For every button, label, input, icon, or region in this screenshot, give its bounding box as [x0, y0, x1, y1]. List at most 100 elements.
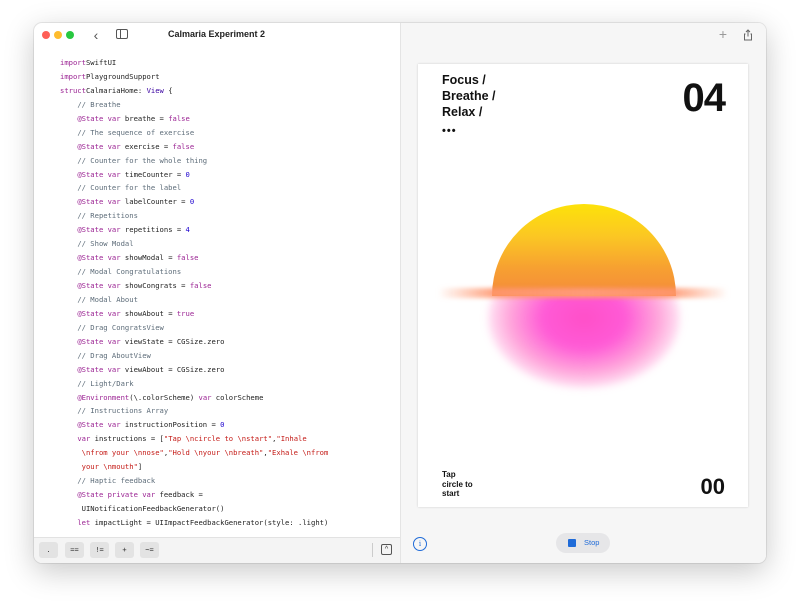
code-token: showAbout =: [120, 308, 177, 318]
mode-heading: Focus / Breathe / Relax /: [442, 72, 496, 120]
code-token: // Breathe: [77, 99, 121, 109]
plus-icon[interactable]: +: [716, 27, 730, 41]
instruction-line: Tap: [442, 470, 456, 479]
code-token: @State var: [77, 336, 121, 346]
code-line[interactable]: @State var timeCounter = 0: [60, 168, 328, 182]
code-line[interactable]: @State var exercise = false: [60, 140, 328, 154]
code-line[interactable]: // Drag AboutView: [60, 349, 328, 363]
code-token: ]: [137, 462, 143, 472]
code-line[interactable]: // Modal About: [60, 293, 328, 307]
code-token: PlaygroundSupport: [85, 71, 160, 81]
code-token: @State var: [77, 169, 121, 179]
code-token: "Inhale: [276, 434, 307, 444]
code-line[interactable]: // Counter for the label: [60, 181, 328, 195]
zoom-window-button[interactable]: [66, 31, 74, 39]
key-not-equals-button[interactable]: !=: [90, 542, 109, 558]
info-icon[interactable]: i: [413, 537, 427, 551]
code-line[interactable]: your \nmouth"]: [60, 460, 328, 474]
code-line[interactable]: @State var showAbout = true: [60, 307, 328, 321]
editor-bottom-toolbar: . == != + ~= ^: [34, 537, 400, 563]
code-line[interactable]: // Show Modal: [60, 237, 328, 251]
code-editor[interactable]: importSwiftUI importPlaygroundSupport stru…: [34, 47, 400, 537]
breathing-circle[interactable]: [492, 204, 676, 296]
code-line[interactable]: @State var labelCounter = 0: [60, 195, 328, 209]
code-line[interactable]: // Modal Congratulations: [60, 265, 328, 279]
code-token: @State var: [77, 253, 121, 263]
code-token: @State private var: [77, 490, 156, 500]
title-bar: ‹ Calmaria Experiment 2: [34, 23, 400, 47]
sidebar-toggle-icon[interactable]: [116, 29, 128, 39]
code-token: // Modal Congratulations: [77, 267, 182, 277]
code-line[interactable]: @State var showCongrats = false: [60, 279, 328, 293]
toolbar-divider: [372, 543, 373, 557]
code-token: // Drag CongratsView: [77, 322, 164, 332]
code-line[interactable]: @State var instructionPosition = 0: [60, 418, 328, 432]
stop-button[interactable]: Stop: [556, 533, 610, 553]
code-token: \nfrom your \nnose": [81, 448, 164, 458]
code-line[interactable]: let impactLight = UIImpactFeedbackGenera…: [60, 516, 328, 530]
key-dot-button[interactable]: .: [39, 542, 58, 558]
close-window-button[interactable]: [42, 31, 50, 39]
code-token: import: [60, 71, 86, 81]
code-line[interactable]: @State var repetitions = 4: [60, 223, 328, 237]
code-line[interactable]: @State var showModal = false: [60, 251, 328, 265]
key-equals-button[interactable]: ==: [65, 542, 84, 558]
code-token: showModal =: [120, 253, 177, 263]
code-line[interactable]: // Haptic feedback: [60, 474, 328, 488]
code-token: breathe =: [120, 113, 169, 123]
code-token: viewAbout = CGSize.zero: [120, 364, 225, 374]
code-line[interactable]: // Instructions Array: [60, 404, 328, 418]
code-line[interactable]: // Breathe: [60, 98, 328, 112]
code-line[interactable]: \nfrom your \nnose","Hold \nyour \nbreat…: [60, 446, 329, 460]
code-line[interactable]: @State var viewAbout = CGSize.zero: [60, 363, 328, 377]
code-line[interactable]: // Counter for the whole thing: [60, 154, 328, 168]
code-line[interactable]: // The sequence of exercise: [60, 126, 328, 140]
code-line[interactable]: structCalmariaHome: View {: [60, 84, 328, 98]
minimize-window-button[interactable]: [54, 31, 62, 39]
code-token: true: [176, 308, 195, 318]
heading-line-breathe: Breathe /: [442, 89, 496, 103]
code-line[interactable]: @Environment(\.colorScheme) var colorSch…: [60, 391, 328, 405]
code-token: 4: [185, 225, 190, 235]
code-token: var: [77, 434, 91, 444]
code-token: impactLight = UIImpactFeedbackGenerator(…: [90, 517, 329, 527]
code-token: timeCounter =: [120, 169, 186, 179]
code-line[interactable]: importPlaygroundSupport: [60, 70, 328, 84]
chevron-up-icon[interactable]: ^: [381, 544, 392, 555]
code-token: // Modal About: [77, 294, 138, 304]
code-line[interactable]: UINotificationFeedbackGenerator(): [60, 502, 328, 516]
code-token: SwiftUI: [85, 58, 117, 67]
code-line[interactable]: // Repetitions: [60, 209, 328, 223]
live-view-pane: + Focus / Breathe / Relax / ••• 04 Tap c…: [401, 23, 766, 563]
code-token: exercise =: [120, 141, 173, 151]
key-tilde-equals-button[interactable]: ~=: [140, 542, 159, 558]
code-token: false: [176, 253, 199, 263]
code-line[interactable]: // Light/Dark: [60, 377, 328, 391]
share-icon[interactable]: [742, 28, 754, 41]
key-plus-button[interactable]: +: [115, 542, 134, 558]
code-token: // Repetitions: [77, 211, 138, 221]
code-line[interactable]: @State private var feedback =: [60, 488, 328, 502]
chevron-left-icon[interactable]: ‹: [88, 27, 104, 43]
code-token: @State var: [77, 420, 121, 430]
preview-canvas[interactable]: Focus / Breathe / Relax / ••• 04 Tap cir…: [418, 64, 748, 507]
code-text[interactable]: importSwiftUI importPlaygroundSupport stru…: [60, 56, 328, 530]
code-line[interactable]: // Drag CongratsView: [60, 321, 328, 335]
code-line[interactable]: var instructions = ["Tap \ncircle to \ns…: [60, 432, 328, 446]
code-line[interactable]: importSwiftUI: [60, 56, 328, 70]
code-line[interactable]: @State var breathe = false: [60, 112, 328, 126]
code-line[interactable]: @State var viewState = CGSize.zero: [60, 335, 328, 349]
code-token: "Tap \ncircle to \nstart": [163, 434, 273, 444]
